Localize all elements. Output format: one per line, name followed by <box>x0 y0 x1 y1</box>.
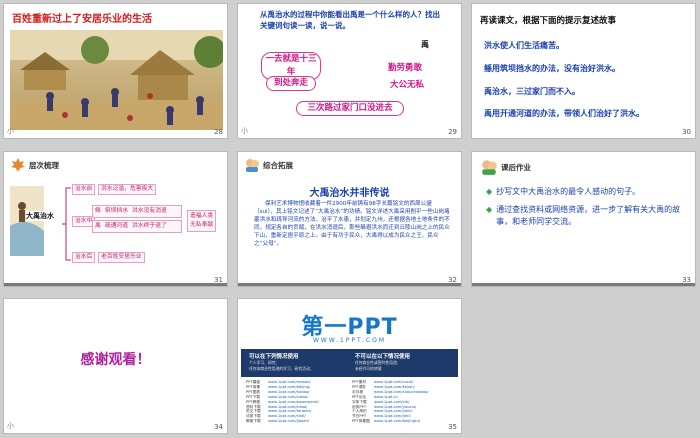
kids-icon <box>482 160 497 175</box>
section-tag: 综合拓展 <box>244 157 293 173</box>
result-label: 洪水没有消退 <box>132 208 167 214</box>
slide-thumbnail-31[interactable]: 层次梳理 大禹治水 治水前 治水中 治水后 洪水泛滥，危害极大 鲧 筑坝挡水 洪… <box>3 151 228 287</box>
slide-thumbnail-30[interactable]: 再读课文，根据下面的提示复述故事 洪水使人们生活痛苦。 鲧用筑坝挡水的办法，没有… <box>471 3 696 139</box>
method-label: 疏通河道 <box>104 223 129 229</box>
slide-number: 29 <box>448 128 457 136</box>
stage-label: 治水前 <box>72 184 96 195</box>
trait-text: 无私奉献 <box>190 222 214 228</box>
section-tag-label: 层次梳理 <box>29 160 59 170</box>
actor-label: 鲧 <box>95 208 101 214</box>
slide-number: 28 <box>214 128 223 136</box>
slide-bottom-bar <box>4 283 227 286</box>
trait-text: 造福人类 <box>190 213 214 219</box>
section-tag-label: 综合拓展 <box>263 160 293 170</box>
link-label: PPT背景图 <box>352 419 370 424</box>
slide-marker: 小 <box>241 127 248 135</box>
slide-thumbnail-35[interactable]: 第一PPT WWW.1PPT.COM 可以在下列情况使用 个人学习、研究； 任何… <box>237 298 462 434</box>
forbidden-heading: 不可以在以下情况使用 <box>355 354 411 360</box>
link-url[interactable]: www.1ppt.com/beijingtu/ <box>374 419 454 424</box>
keyword-label: 禹 <box>421 40 429 49</box>
article-title: 大禹治水并非传说 <box>309 188 390 199</box>
allowed-heading: 可以在下列情况使用 <box>249 354 299 360</box>
usage-panel: 可以在下列情况使用 个人学习、研究； 任何非商业性用途的学习、研究活动； 不可以… <box>241 349 458 377</box>
forbidden-sub: 未经许可的转载 <box>355 366 382 371</box>
slide-thumbnail-34[interactable]: 感谢观看！ 小 34 <box>3 298 228 434</box>
slide-thumbnail-28[interactable]: 百姓重新过上了安居乐业的生活 小 28 <box>3 3 228 139</box>
slide-marker: 小 <box>7 127 14 135</box>
logo-url: WWW.1PPT.COM <box>312 337 387 344</box>
method-label: 筑坝挡水 <box>104 208 129 214</box>
kids-icon <box>246 159 259 172</box>
trait-text: 勤劳勇敢 <box>388 63 423 73</box>
bullet-icon: ◆ <box>486 205 493 214</box>
phrase-pill: 三次路过家门口没进去 <box>296 101 404 116</box>
section-tag: 课后作业 <box>480 158 531 176</box>
actor-label: 禹 <box>95 223 101 229</box>
section-tag: 层次梳理 <box>10 157 59 173</box>
trait-box: 造福人类 无私奉献 <box>187 210 217 232</box>
slide-thumbnail-32[interactable]: 综合拓展 大禹治水并非传说 保利艺术博物馆收藏着一件2900年前铸有98字长篇铭… <box>237 151 462 287</box>
slide-marker: 小 <box>7 422 14 430</box>
slide-number: 30 <box>682 128 691 136</box>
link-url[interactable]: www.1ppt.com/jiaoan/ <box>268 419 346 424</box>
slide-bottom-bar <box>238 283 461 286</box>
slide-thumbnail-33[interactable]: 课后作业 ◆ 抄写文中大禹治水的最令人感动的句子。 ◆ 通过查找资料或网络资源，… <box>471 151 696 287</box>
question-text: 从禹治水的过程中你能看出禹是一个什么样的人？找出关键词句读一读，说一说。 <box>260 10 440 30</box>
thanks-text: 感谢观看！ <box>80 352 151 368</box>
homework-item: 抄写文中大禹治水的最令人感动的句子。 <box>496 187 641 196</box>
retell-line: 鲧用筑坝挡水的办法，没有治好洪水。 <box>484 64 620 73</box>
trait-text: 大公无私 <box>390 80 425 90</box>
allowed-sub: 任何非商业性用途的学习、研究活动； <box>249 366 314 371</box>
stage-detail: 洪水泛滥，危害极大 <box>98 184 157 195</box>
bullet-icon: ◆ <box>486 187 493 196</box>
section-tag-label: 课后作业 <box>501 162 531 172</box>
phrase-pill: 到处奔走 <box>266 76 316 91</box>
retell-line: 洪水使人们生活痛苦。 <box>484 41 564 50</box>
river-illustration <box>10 186 44 256</box>
village-illustration <box>10 30 223 130</box>
outline-center: 大禹治水 <box>26 211 54 221</box>
slide-thumbnail-29[interactable]: 从禹治水的过程中你能看出禹是一个什么样的人？找出关键词句读一读，说一说。 禹 一… <box>237 3 462 139</box>
homework-list: ◆ 抄写文中大禹治水的最令人感动的句子。 ◆ 通过查找资料或网络资源，进一步了解… <box>486 186 686 228</box>
slide-bottom-bar <box>472 283 695 286</box>
stage-detail: 老百姓安居乐业 <box>98 252 145 263</box>
slide-number: 34 <box>214 423 223 431</box>
middle-rows: 鲧 筑坝挡水 洪水没有消退 禹 疏通河道 洪水终于退了 <box>92 205 182 233</box>
retell-line: 禹治水，三过家门而不入。 <box>484 87 580 96</box>
maple-leaf-icon <box>11 158 25 172</box>
retell-heading: 再读课文，根据下面的提示复述故事 <box>480 16 617 26</box>
result-label: 洪水终于退了 <box>132 223 167 229</box>
retell-line: 禹用开通河道的办法，带领人们治好了洪水。 <box>484 109 644 118</box>
slide-title: 百姓重新过上了安居乐业的生活 <box>12 14 152 25</box>
outline-bracket <box>62 187 71 261</box>
link-label: 教案下载 <box>246 419 261 424</box>
homework-item: 通过查找资料或网络资源，进一步了解有关大禹的故事，和老师同学交流。 <box>496 205 681 226</box>
article-body: 保利艺术博物馆收藏着一件2900年前铸有98字长篇铭文的西周公盨（suì），其上… <box>254 201 450 248</box>
stage-label: 治水后 <box>72 252 96 263</box>
slide-number: 35 <box>448 423 457 431</box>
